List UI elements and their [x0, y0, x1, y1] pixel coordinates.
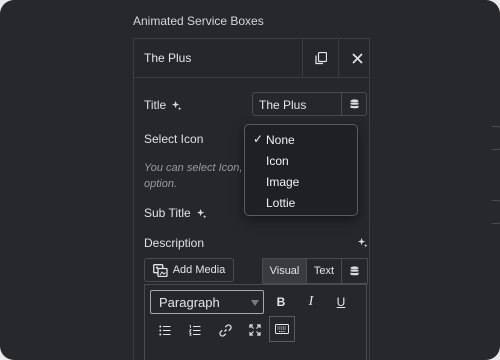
panel-header[interactable]: The Plus	[134, 39, 370, 78]
keyboard-icon	[275, 324, 289, 334]
tab-text[interactable]: Text	[306, 259, 341, 283]
subtitle-input[interactable]	[492, 200, 500, 224]
panel-title: The Plus	[144, 51, 192, 65]
copy-icon	[315, 51, 327, 64]
dropdown-option-image[interactable]: Image	[245, 172, 357, 192]
ai-sparkle-icon[interactable]	[357, 237, 368, 248]
dynamic-tags-button[interactable]	[341, 259, 367, 283]
dropdown-option-none[interactable]: ✓ None	[245, 130, 357, 150]
database-icon	[350, 265, 359, 275]
ai-sparkle-icon[interactable]	[196, 208, 207, 219]
subtitle-label: Sub Title	[144, 206, 207, 220]
select-icon-help: You can select Icon, C option.	[144, 162, 254, 190]
format-select[interactable]: Paragraph	[150, 290, 264, 314]
select-icon-label: Select Icon	[144, 132, 204, 146]
text-editor-toolbar: Paragraph B I U	[144, 284, 367, 360]
dynamic-tags-button[interactable]	[341, 93, 366, 115]
underline-button[interactable]: U	[329, 290, 353, 314]
bullet-list-icon	[159, 325, 171, 335]
fullscreen-button[interactable]	[243, 318, 267, 342]
numbered-list-icon	[189, 324, 201, 336]
checkmark-icon: ✓	[253, 132, 264, 146]
editor-tabs: Visual Text	[262, 258, 368, 284]
italic-button[interactable]: I	[299, 290, 323, 314]
description-label: Description	[144, 236, 205, 250]
ai-sparkle-icon[interactable]	[171, 100, 182, 111]
bullet-list-button[interactable]	[153, 318, 177, 342]
database-icon	[350, 98, 358, 108]
dropdown-option-icon[interactable]: Icon	[245, 151, 357, 171]
title-input[interactable]: The Plus	[252, 92, 367, 116]
select-icon-control[interactable]	[492, 126, 500, 150]
bold-button[interactable]: B	[269, 290, 293, 314]
editor-frame: Animated Service Boxes The Plus Title Th…	[0, 0, 500, 360]
numbered-list-button[interactable]	[183, 318, 207, 342]
duplicate-button[interactable]	[302, 39, 339, 77]
select-icon-dropdown: ✓ None Icon Image Lottie	[244, 124, 358, 216]
chevron-down-icon	[251, 300, 259, 306]
link-icon	[218, 323, 232, 337]
fullscreen-icon	[249, 324, 261, 336]
title-input-value: The Plus	[259, 98, 307, 112]
toolbar-toggle-button[interactable]	[269, 316, 295, 342]
close-icon	[351, 52, 363, 64]
link-button[interactable]	[213, 318, 237, 342]
media-icon	[152, 263, 168, 277]
title-label: Title	[144, 98, 182, 112]
add-media-button[interactable]: Add Media	[144, 258, 234, 282]
close-button[interactable]	[338, 39, 375, 77]
dropdown-option-lottie[interactable]: Lottie	[245, 193, 357, 213]
widget-title: Animated Service Boxes	[133, 14, 264, 28]
tab-visual[interactable]: Visual	[263, 259, 306, 283]
